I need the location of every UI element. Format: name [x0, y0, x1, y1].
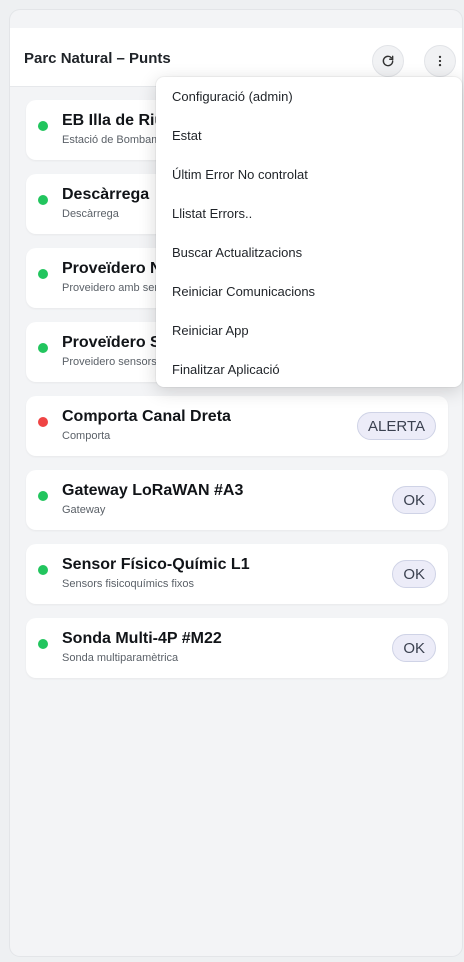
list-item[interactable]: Sensor Físico-Químic L1 Sensors fisicoqu… [26, 544, 448, 604]
status-badge: OK [392, 560, 436, 588]
item-name: EB Illa de Riu [62, 112, 165, 129]
status-badge: ALERTA [357, 412, 436, 440]
item-subtitle: Sensors fisicoquímics fixos [62, 578, 195, 590]
menu-item-buscar-actualitzacions[interactable]: Buscar Actualitzacions [172, 245, 302, 260]
item-name: Gateway LoRaWAN #A3 [62, 482, 244, 499]
item-subtitle: Comporta [62, 430, 111, 442]
status-dot [38, 639, 48, 649]
menu-item-reiniciar-comunicacions[interactable]: Reiniciar Comunicacions [172, 284, 315, 299]
item-name: Sensor Físico-Químic L1 [62, 556, 250, 573]
item-subtitle: Gateway [62, 504, 106, 516]
menu-item-estat[interactable]: Estat [172, 128, 202, 143]
list-item[interactable]: Sonda Multi-4P #M22 Sonda multiparamètri… [26, 618, 448, 678]
status-badge: OK [392, 486, 436, 514]
more-vertical-icon [438, 55, 442, 67]
menu-item-ultim-error[interactable]: Últim Error No controlat [172, 167, 308, 182]
more-options-button[interactable] [424, 45, 456, 77]
refresh-button[interactable] [372, 45, 404, 77]
item-name: Descàrrega [62, 186, 150, 203]
item-subtitle: Sonda multiparamètrica [62, 652, 179, 664]
status-dot [38, 565, 48, 575]
page-title: Parc Natural – Punts [24, 50, 171, 67]
menu-item-configuracio[interactable]: Configuració (admin) [172, 89, 293, 104]
menu-item-reiniciar-app[interactable]: Reiniciar App [172, 323, 249, 338]
status-dot [38, 269, 48, 279]
item-subtitle: Proveidero sensors [62, 356, 157, 368]
list-item[interactable]: Comporta Canal Dreta Comporta ALERTA [26, 396, 448, 456]
status-dot [38, 343, 48, 353]
overflow-menu: Configuració (admin) Estat Últim Error N… [156, 77, 462, 387]
refresh-icon [382, 55, 394, 67]
menu-item-llistat-errors[interactable]: Llistat Errors.. [172, 206, 252, 221]
item-name: Comporta Canal Dreta [62, 408, 231, 425]
item-subtitle: Descàrrega [62, 208, 119, 220]
status-dot [38, 121, 48, 131]
menu-item-finalitzar-aplicacio[interactable]: Finalitzar Aplicació [172, 362, 280, 377]
status-dot [38, 417, 48, 427]
status-dot [38, 195, 48, 205]
item-name: Sonda Multi-4P #M22 [62, 630, 222, 647]
status-dot [38, 491, 48, 501]
list-item[interactable]: Gateway LoRaWAN #A3 Gateway OK [26, 470, 448, 530]
status-badge: OK [392, 634, 436, 662]
